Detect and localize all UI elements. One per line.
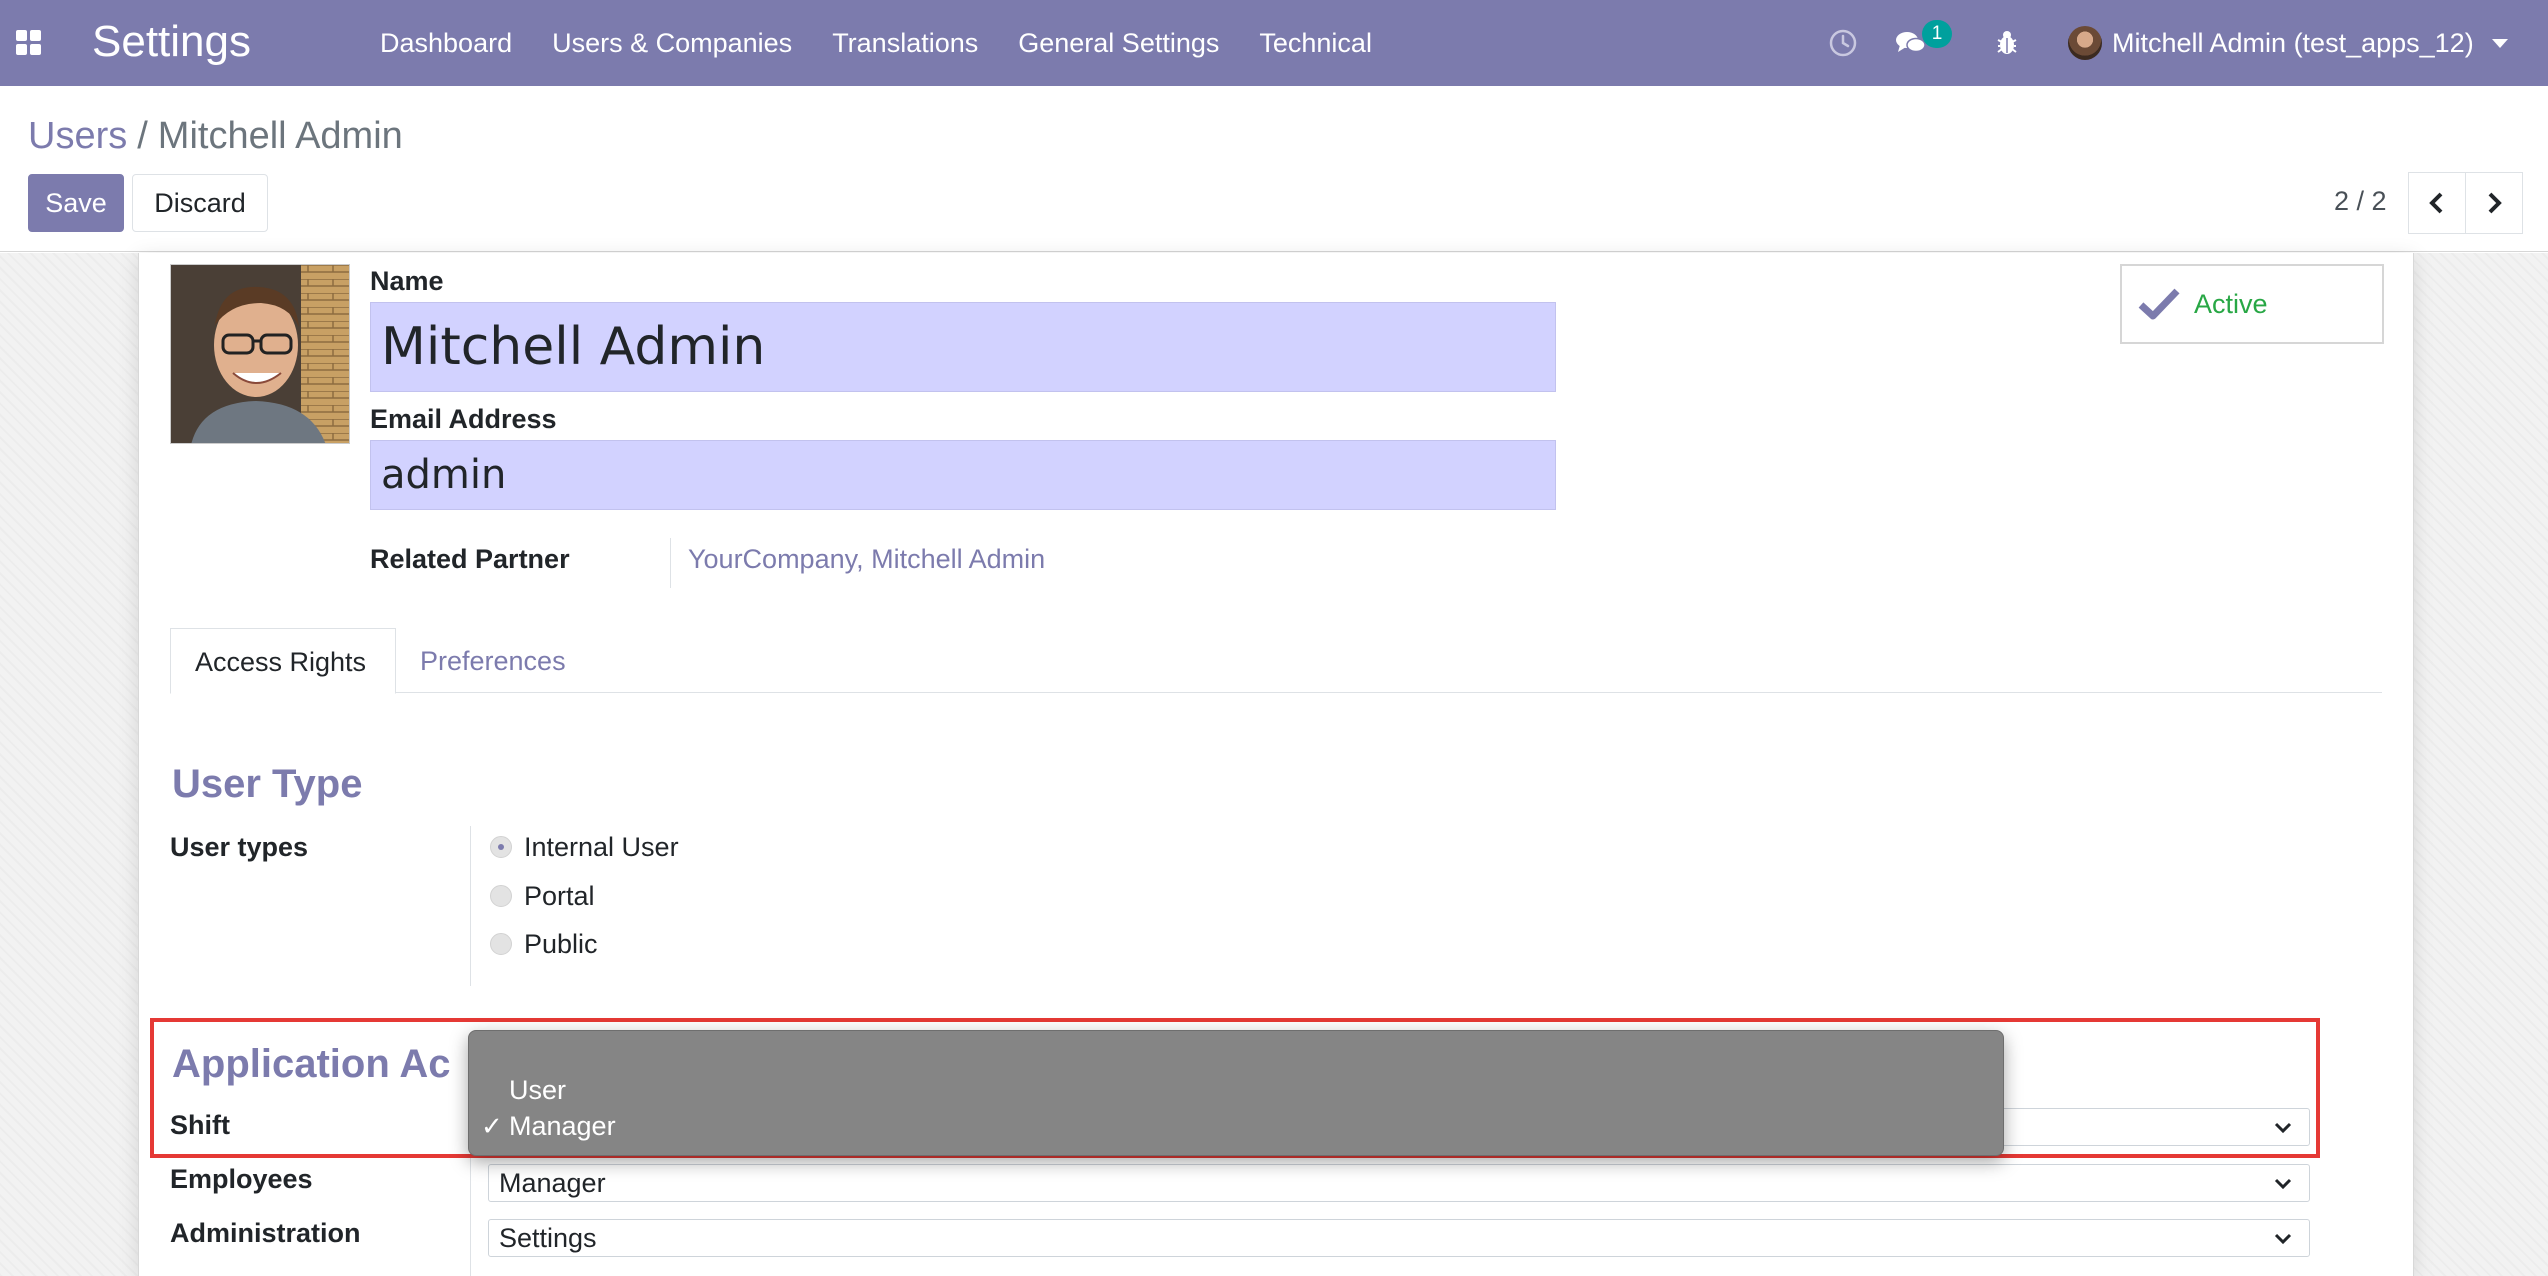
menu-item-users-companies[interactable]: Users & Companies — [532, 0, 812, 86]
email-label: Email Address — [370, 404, 557, 434]
radio-button-checked[interactable] — [490, 836, 512, 858]
radio-internal-user[interactable]: Internal User — [490, 830, 679, 864]
radio-label: Portal — [524, 880, 595, 911]
chevron-down-icon — [2274, 1233, 2292, 1245]
menu-item-dashboard[interactable]: Dashboard — [360, 0, 532, 86]
name-label: Name — [370, 266, 444, 296]
main-menu: Dashboard Users & Companies Translations… — [360, 0, 1392, 86]
apps-grid-icon[interactable] — [16, 30, 42, 56]
save-button[interactable]: Save — [28, 174, 124, 232]
chevron-left-icon — [2429, 192, 2443, 214]
user-types-label: User types — [170, 832, 309, 862]
active-label: Active — [2194, 288, 2268, 319]
user-photo[interactable] — [170, 264, 350, 444]
administration-select[interactable]: Settings — [488, 1219, 2310, 1257]
field-divider — [470, 826, 471, 986]
name-input[interactable]: Mitchell Admin — [370, 302, 1556, 392]
related-partner-label: Related Partner — [370, 544, 570, 574]
caret-down-icon — [2491, 38, 2508, 48]
radio-label: Internal User — [524, 831, 679, 862]
field-divider — [670, 538, 671, 588]
user-type-title: User Type — [172, 762, 363, 806]
employees-select[interactable]: Manager — [488, 1164, 2310, 1202]
radio-portal[interactable]: Portal — [490, 879, 595, 913]
pager-previous-button[interactable] — [2408, 172, 2466, 234]
tab-preferences[interactable]: Preferences — [396, 628, 590, 694]
menu-item-general-settings[interactable]: General Settings — [998, 0, 1239, 86]
menu-item-technical[interactable]: Technical — [1239, 0, 1392, 86]
pager-next-button[interactable] — [2465, 172, 2523, 234]
radio-label: Public — [524, 928, 598, 959]
top-navbar: Settings Dashboard Users & Companies Tra… — [0, 0, 2548, 86]
radio-public[interactable]: Public — [490, 927, 598, 961]
email-input[interactable]: admin — [370, 440, 1556, 510]
dropdown-option-user[interactable]: User — [509, 1075, 566, 1106]
app-title[interactable]: Settings — [92, 14, 251, 70]
user-name: Mitchell Admin (test_apps_12) — [2112, 27, 2474, 58]
shift-dropdown-menu: User ✓ Manager — [468, 1030, 2004, 1156]
control-panel: Users / Mitchell Admin Save Discard 2 / 2 — [0, 86, 2548, 252]
bug-icon[interactable] — [1990, 26, 2024, 60]
radio-button[interactable] — [490, 933, 512, 955]
user-menu[interactable]: Mitchell Admin (test_apps_12) — [2068, 22, 2508, 64]
menu-item-translations[interactable]: Translations — [812, 0, 998, 86]
chevron-right-icon — [2488, 192, 2502, 214]
administration-label: Administration — [170, 1218, 361, 1248]
breadcrumb-current: Mitchell Admin — [157, 115, 403, 157]
breadcrumb-users-link[interactable]: Users — [28, 115, 127, 157]
user-avatar — [2068, 26, 2102, 60]
tab-access-rights[interactable]: Access Rights — [170, 628, 396, 694]
chevron-down-icon — [2274, 1178, 2292, 1190]
employees-label: Employees — [170, 1164, 313, 1194]
active-toggle-button[interactable]: Active — [2120, 264, 2384, 344]
pager-value[interactable]: 2 / 2 — [2334, 186, 2387, 217]
dropdown-option-manager[interactable]: Manager — [509, 1111, 616, 1142]
radio-button[interactable] — [490, 885, 512, 907]
breadcrumb: Users / Mitchell Admin — [28, 112, 403, 160]
chat-count-badge: 1 — [1922, 20, 1952, 48]
checkmark-icon: ✓ — [481, 1111, 503, 1141]
breadcrumb-separator: / — [137, 115, 148, 157]
clock-icon[interactable] — [1826, 26, 1860, 60]
discard-button[interactable]: Discard — [132, 174, 268, 232]
related-partner-link[interactable]: YourCompany, Mitchell Admin — [688, 544, 1045, 575]
checkmark-icon — [2138, 288, 2180, 320]
